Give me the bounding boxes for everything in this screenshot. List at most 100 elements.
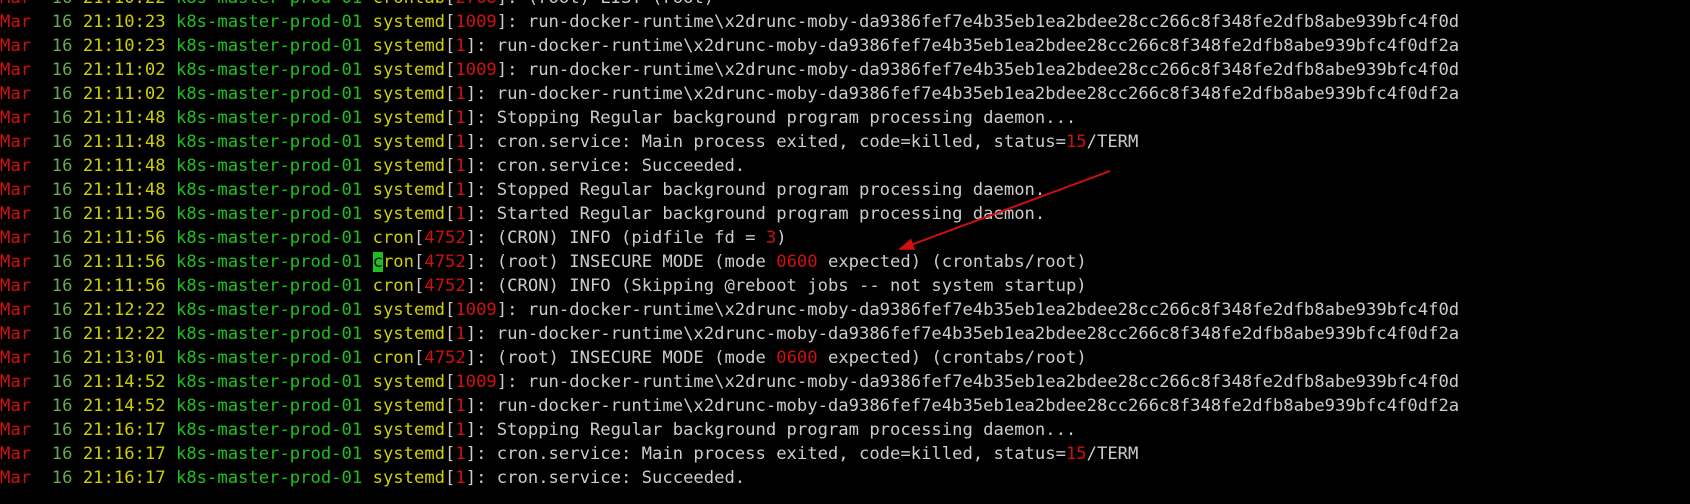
- log-host: k8s-master-prod-01: [176, 348, 362, 368]
- log-bracket: ]: [497, 300, 507, 320]
- log-bracket: [: [445, 84, 455, 104]
- log-pid: 1: [455, 132, 465, 152]
- log-month: Mar: [0, 348, 31, 368]
- log-month: Mar: [0, 36, 31, 56]
- log-pid: 4752: [424, 252, 465, 272]
- log-pid: 1009: [455, 372, 496, 392]
- log-line: Mar 16 21:12:22 k8s-master-prod-01 syste…: [0, 298, 1690, 322]
- log-month: Mar: [0, 156, 31, 176]
- log-day: 16: [52, 228, 73, 248]
- log-line: Mar 16 21:11:56 k8s-master-prod-01 cron[…: [0, 274, 1690, 298]
- log-day: 16: [52, 60, 73, 80]
- log-service: systemd: [373, 300, 445, 320]
- log-bracket: ]: [466, 252, 476, 272]
- log-month: Mar: [0, 108, 31, 128]
- log-host: k8s-master-prod-01: [176, 444, 362, 464]
- log-host: k8s-master-prod-01: [176, 396, 362, 416]
- log-bracket: [: [414, 252, 424, 272]
- log-time: 21:11:56: [83, 228, 166, 248]
- log-number: 0600: [776, 348, 817, 368]
- log-bracket: ]: [466, 228, 476, 248]
- log-message: : (root) LIST (root): [507, 0, 714, 8]
- log-bracket: [: [414, 348, 424, 368]
- log-host: k8s-master-prod-01: [176, 132, 362, 152]
- log-service: cron: [373, 228, 414, 248]
- log-message: : run-docker-runtime\x2drunc-moby-da9386…: [476, 36, 1459, 56]
- log-bracket: [: [445, 180, 455, 200]
- log-number: 15: [1066, 444, 1087, 464]
- log-message: : (CRON) INFO (pidfile fd =: [476, 228, 766, 248]
- log-pid: 1009: [455, 12, 496, 32]
- log-message: : Stopping Regular background program pr…: [476, 420, 1076, 440]
- log-day: 16: [52, 0, 73, 8]
- log-time: 21:14:52: [83, 372, 166, 392]
- log-bracket: ]: [466, 324, 476, 344]
- log-month: Mar: [0, 132, 31, 152]
- log-month: Mar: [0, 372, 31, 392]
- log-pid: 1: [455, 108, 465, 128]
- log-time: 21:11:48: [83, 156, 166, 176]
- log-message: : run-docker-runtime\x2drunc-moby-da9386…: [507, 372, 1459, 392]
- log-host: k8s-master-prod-01: [176, 324, 362, 344]
- log-number: 3: [766, 228, 776, 248]
- log-message: : cron.service: Main process exited, cod…: [476, 132, 1066, 152]
- log-time: 21:11:48: [83, 180, 166, 200]
- log-service: systemd: [373, 396, 445, 416]
- log-pid: 1: [455, 204, 465, 224]
- log-service: systemd: [373, 180, 445, 200]
- log-line: Mar 16 21:10:23 k8s-master-prod-01 syste…: [0, 34, 1690, 58]
- log-line: Mar 16 21:13:01 k8s-master-prod-01 cron[…: [0, 346, 1690, 370]
- log-host: k8s-master-prod-01: [176, 36, 362, 56]
- log-message: : Stopped Regular background program pro…: [476, 180, 1045, 200]
- log-time: 21:10:23: [83, 36, 166, 56]
- log-message: : run-docker-runtime\x2drunc-moby-da9386…: [476, 324, 1459, 344]
- log-service: systemd: [373, 324, 445, 344]
- log-bracket: [: [445, 108, 455, 128]
- log-message: : run-docker-runtime\x2drunc-moby-da9386…: [507, 300, 1459, 320]
- log-day: 16: [52, 300, 73, 320]
- log-bracket: [: [414, 228, 424, 248]
- log-month: Mar: [0, 228, 31, 248]
- log-bracket: ]: [497, 60, 507, 80]
- log-service: ron: [383, 252, 414, 272]
- log-pid: 1: [455, 156, 465, 176]
- log-line: Mar 16 21:11:48 k8s-master-prod-01 syste…: [0, 130, 1690, 154]
- log-line: Mar 16 21:11:56 k8s-master-prod-01 syste…: [0, 202, 1690, 226]
- log-time: 21:14:52: [83, 396, 166, 416]
- log-month: Mar: [0, 204, 31, 224]
- log-service: systemd: [373, 36, 445, 56]
- log-month: Mar: [0, 84, 31, 104]
- log-service: systemd: [373, 372, 445, 392]
- syslog-output[interactable]: Mar 16 21:10:22 k8s-master-prod-01 cront…: [0, 0, 1690, 490]
- log-time: 21:11:48: [83, 108, 166, 128]
- log-message: /TERM: [1087, 132, 1139, 152]
- log-service: systemd: [373, 468, 445, 488]
- log-message: : Started Regular background program pro…: [476, 204, 1045, 224]
- log-line: Mar 16 21:16:17 k8s-master-prod-01 syste…: [0, 466, 1690, 490]
- log-message: /TERM: [1087, 444, 1139, 464]
- log-time: 21:13:01: [83, 348, 166, 368]
- log-line: Mar 16 21:12:22 k8s-master-prod-01 syste…: [0, 322, 1690, 346]
- log-day: 16: [52, 36, 73, 56]
- log-service: systemd: [373, 132, 445, 152]
- log-bracket: ]: [466, 84, 476, 104]
- log-pid: 1: [455, 444, 465, 464]
- log-host: k8s-master-prod-01: [176, 468, 362, 488]
- log-line: Mar 16 21:16:17 k8s-master-prod-01 syste…: [0, 442, 1690, 466]
- log-message: expected) (crontabs/root): [818, 348, 1087, 368]
- log-line: Mar 16 21:11:48 k8s-master-prod-01 syste…: [0, 106, 1690, 130]
- log-bracket: [: [445, 468, 455, 488]
- log-service: systemd: [373, 156, 445, 176]
- log-month: Mar: [0, 468, 31, 488]
- log-bracket: ]: [497, 12, 507, 32]
- log-bracket: [: [414, 276, 424, 296]
- log-time: 21:11:48: [83, 132, 166, 152]
- log-bracket: [: [445, 324, 455, 344]
- log-message: : run-docker-runtime\x2drunc-moby-da9386…: [507, 12, 1459, 32]
- log-month: Mar: [0, 12, 31, 32]
- log-time: 21:16:17: [83, 420, 166, 440]
- log-time: 21:11:02: [83, 84, 166, 104]
- log-service: systemd: [373, 60, 445, 80]
- log-host: k8s-master-prod-01: [176, 60, 362, 80]
- log-bracket: [: [445, 204, 455, 224]
